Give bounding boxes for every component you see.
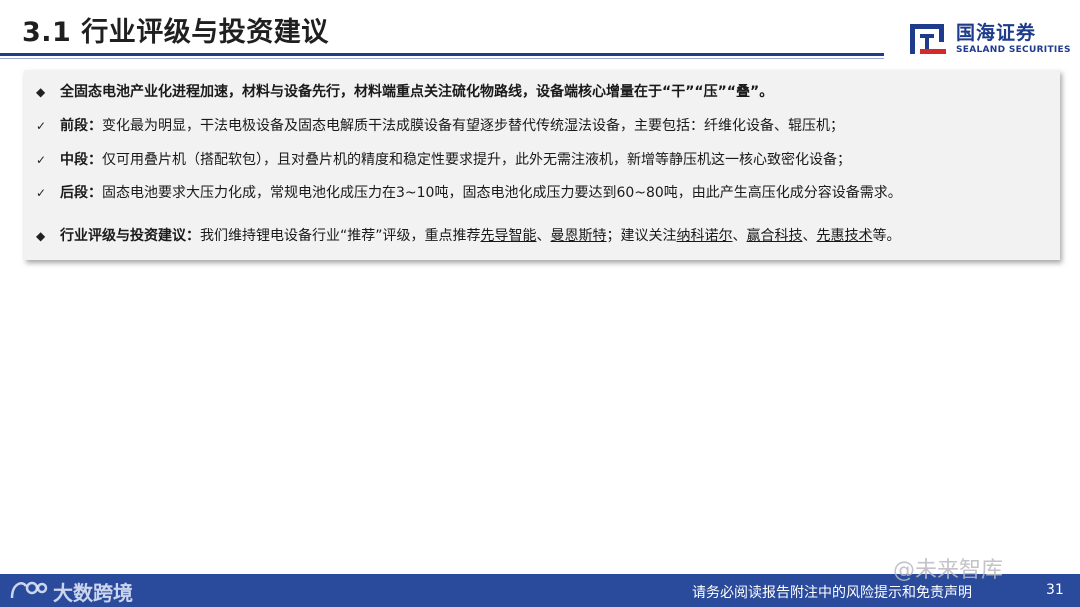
page-number: 31: [1046, 582, 1064, 598]
line-label: 后段：: [60, 185, 102, 201]
disclaimer-text: 请务必阅读报告附注中的风险提示和免责声明: [692, 585, 972, 601]
logo-text-cn: 国海证券: [956, 22, 1037, 44]
diamond-bullet-icon: ◆: [36, 85, 46, 99]
sealand-logo-icon: [910, 24, 946, 54]
summary-box: ◆ 全固态电池产业化进程加速，材料与设备先行，材料端重点关注硫化物路线，设备端核心…: [24, 70, 1060, 260]
title-divider-thin: [0, 58, 884, 59]
watermark: @未来智库: [893, 558, 1004, 583]
summary-line-5: ◆ 行业评级与投资建议：我们维持锂电设备行业“推荐”评级，重点推荐先导智能、曼恩斯…: [36, 226, 1050, 246]
separator: 、: [732, 228, 747, 244]
diamond-bullet-icon: ◆: [36, 229, 46, 243]
dashuju-logo-icon: [10, 581, 48, 599]
line-label: 前段：: [60, 118, 102, 134]
line-text: 变化最为明显，干法电极设备及固态电解质干法成膜设备有望逐步替代传统湿法设备，主要…: [102, 118, 844, 134]
company-link-3[interactable]: 纳科诺尔: [677, 228, 733, 244]
line-text: 等。: [872, 228, 901, 244]
line-text: 全固态电池产业化进程加速，材料与设备先行，材料端重点关注硫化物路线，设备端核心增…: [60, 84, 774, 100]
company-link-5[interactable]: 先惠技术: [817, 228, 873, 244]
check-bullet-icon: ✓: [36, 186, 47, 200]
logo-text-en: SEALAND SECURITIES: [956, 45, 1071, 55]
summary-line-1: ◆ 全固态电池产业化进程加速，材料与设备先行，材料端重点关注硫化物路线，设备端核心…: [36, 82, 1050, 102]
summary-line-4: ✓ 后段：固态电池要求大压力化成，常规电池化成压力在3~10吨，固态电池化成压力要…: [36, 183, 1050, 203]
company-link-1[interactable]: 先导智能: [481, 228, 537, 244]
summary-line-2: ✓ 前段：变化最为明显，干法电极设备及固态电解质干法成膜设备有望逐步替代传统湿法设…: [36, 116, 1050, 136]
brand-logo: 国海证券 SEALAND SECURITIES: [908, 18, 1071, 60]
line-label: 行业评级与投资建议：: [60, 228, 200, 244]
line-text: 仅可用叠片机（搭配软包），且对叠片机的精度和稳定性要求提升，此外无需注液机，新增…: [102, 152, 851, 168]
company-link-2[interactable]: 曼恩斯特: [551, 228, 607, 244]
line-label: 中段：: [60, 152, 102, 168]
check-bullet-icon: ✓: [36, 119, 47, 133]
title-divider: [0, 53, 884, 56]
company-link-4[interactable]: 赢合科技: [747, 228, 803, 244]
line-text: ；建议关注: [606, 228, 677, 244]
footer-logo: 大数跨境: [8, 576, 158, 605]
separator: 、: [536, 228, 551, 244]
page-title: 3.1 行业评级与投资建议: [22, 17, 329, 48]
separator: 、: [802, 228, 817, 244]
line-text: 我们维持锂电设备行业“推荐”评级，重点推荐: [200, 228, 481, 244]
line-text: 固态电池要求大压力化成，常规电池化成压力在3~10吨，固态电池化成压力要达到60…: [102, 185, 902, 201]
check-bullet-icon: ✓: [36, 153, 47, 167]
footer-logo-text: 大数跨境: [53, 581, 133, 605]
summary-line-3: ✓ 中段：仅可用叠片机（搭配软包），且对叠片机的精度和稳定性要求提升，此外无需注液…: [36, 150, 1050, 170]
